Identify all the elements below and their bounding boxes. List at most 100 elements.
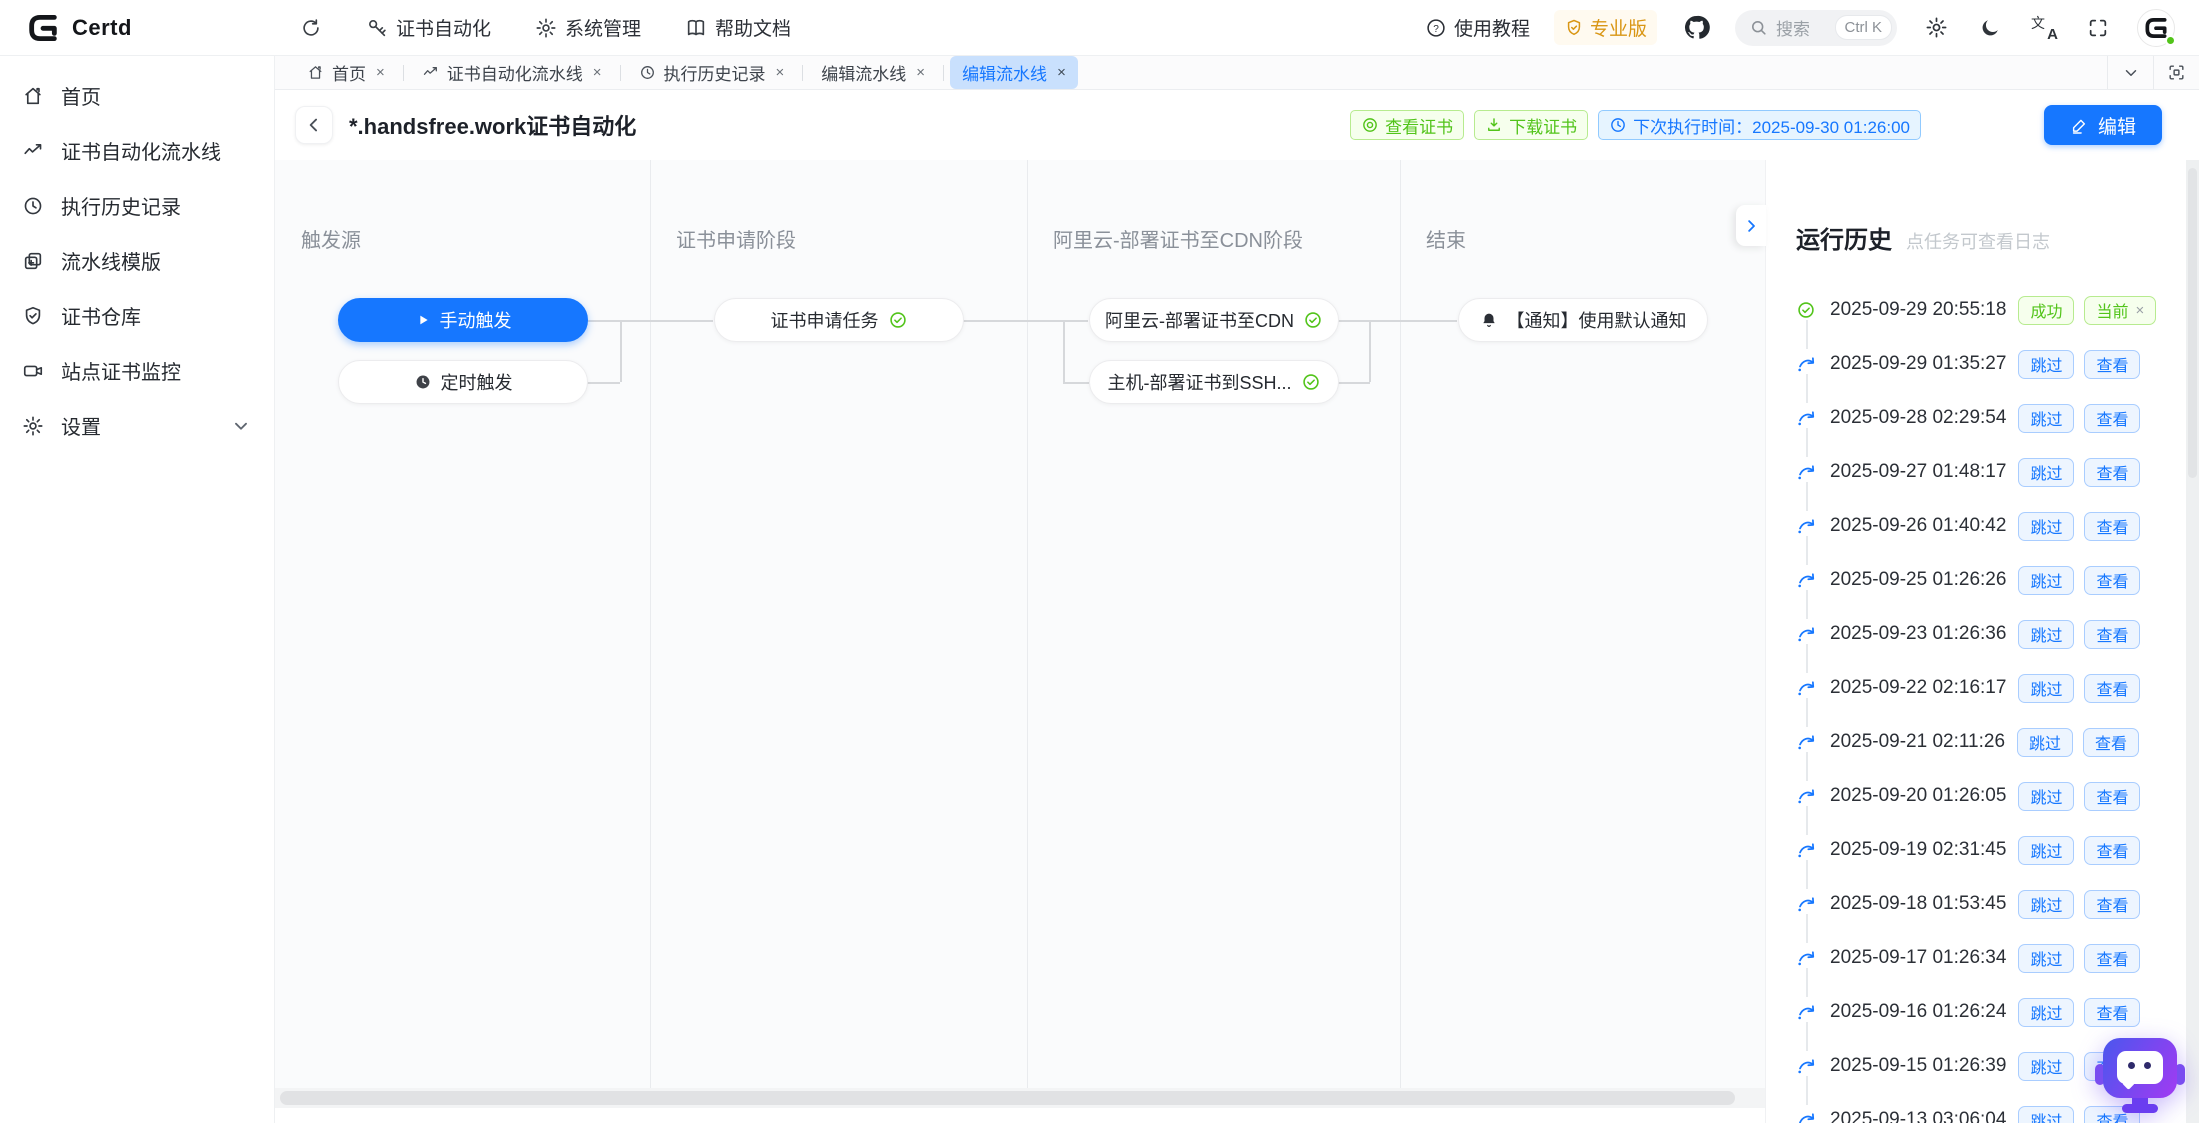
fullscreen-icon[interactable] xyxy=(2083,13,2113,43)
tab-证书自动化流水线[interactable]: 证书自动化流水线 × xyxy=(410,56,614,89)
history-row: 2025-09-19 02:31:45 跳过 查看 xyxy=(1796,823,2186,877)
run-timestamp[interactable]: 2025-09-26 01:40:42 xyxy=(1830,515,2006,537)
close-icon[interactable]: × xyxy=(2135,302,2144,319)
tab-执行历史记录[interactable]: 执行历史记录 × xyxy=(627,56,797,89)
view-run-button[interactable]: 查看 xyxy=(2084,674,2140,703)
pipeline-node-证书申请任务[interactable]: 证书申请任务 xyxy=(714,298,964,342)
skip-status-button[interactable]: 跳过 xyxy=(2018,512,2074,541)
skip-status-button[interactable]: 跳过 xyxy=(2018,404,2074,433)
tab-编辑流水线[interactable]: 编辑流水线 × xyxy=(809,56,937,89)
skip-status-button[interactable]: 跳过 xyxy=(2018,566,2074,595)
sidebar-item-执行历史记录[interactable]: 执行历史记录 xyxy=(0,178,274,233)
skip-status-button[interactable]: 跳过 xyxy=(2018,674,2074,703)
skip-status-button[interactable]: 跳过 xyxy=(2018,836,2074,865)
view-run-button[interactable]: 查看 xyxy=(2084,350,2140,379)
sidebar-item-流水线模版[interactable]: 流水线模版 xyxy=(0,233,274,288)
pipeline-node-手动触发[interactable]: 手动触发 xyxy=(338,298,588,342)
run-timestamp[interactable]: 2025-09-17 01:26:34 xyxy=(1830,947,2006,969)
back-button[interactable] xyxy=(295,106,333,144)
menu-item-帮助文档[interactable]: 帮助文档 xyxy=(685,14,791,41)
skip-status-button[interactable]: 跳过 xyxy=(2018,350,2074,379)
tab-close-icon[interactable]: × xyxy=(593,64,602,81)
skip-status-button[interactable]: 跳过 xyxy=(2017,728,2073,757)
view-run-button[interactable]: 查看 xyxy=(2084,566,2140,595)
skip-status-button[interactable]: 跳过 xyxy=(2018,458,2074,487)
skip-status-button[interactable]: 跳过 xyxy=(2018,998,2074,1027)
github-icon[interactable] xyxy=(1681,13,1711,43)
dark-mode-moon-icon[interactable] xyxy=(1975,13,2005,43)
search-input[interactable]: 搜索 Ctrl K xyxy=(1735,10,1897,46)
settings-gear-icon[interactable] xyxy=(1921,13,1951,43)
view-run-button[interactable]: 查看 xyxy=(2084,944,2140,973)
run-timestamp[interactable]: 2025-09-28 02:29:54 xyxy=(1830,407,2006,429)
tab-close-icon[interactable]: × xyxy=(1057,64,1066,81)
view-run-button[interactable]: 查看 xyxy=(2084,620,2140,649)
run-timestamp[interactable]: 2025-09-29 01:35:27 xyxy=(1830,353,2006,375)
run-timestamp[interactable]: 2025-09-21 02:11:26 xyxy=(1830,731,2005,753)
menu-item-证书自动化[interactable]: 证书自动化 xyxy=(366,14,491,41)
sidebar-item-设置[interactable]: 设置 xyxy=(0,398,274,453)
view-run-button[interactable]: 查看 xyxy=(2083,728,2139,757)
chat-assistant-button[interactable] xyxy=(2095,1034,2185,1114)
history-row: 2025-09-17 01:26:34 跳过 查看 xyxy=(1796,931,2186,985)
run-timestamp[interactable]: 2025-09-25 01:26:26 xyxy=(1830,569,2006,591)
next-run-tag[interactable]: 下次执行时间：2025-09-30 01:26:00 xyxy=(1598,110,1921,140)
menu-item-系统管理[interactable]: 系统管理 xyxy=(535,14,641,41)
skip-status-button[interactable]: 跳过 xyxy=(2018,1106,2074,1123)
download-cert-button[interactable]: 下载证书 xyxy=(1474,110,1588,140)
pipeline-node-主机-部署证书到SSH...[interactable]: 主机-部署证书到SSH... xyxy=(1089,360,1339,404)
run-timestamp[interactable]: 2025-09-22 02:16:17 xyxy=(1830,677,2006,699)
sidebar-item-站点证书监控[interactable]: 站点证书监控 xyxy=(0,343,274,398)
run-timestamp[interactable]: 2025-09-19 02:31:45 xyxy=(1830,839,2006,861)
run-timestamp[interactable]: 2025-09-16 01:26:24 xyxy=(1830,1001,2006,1023)
view-run-button[interactable]: 查看 xyxy=(2084,404,2140,433)
run-timestamp[interactable]: 2025-09-13 03:06:04 xyxy=(1830,1109,2006,1123)
sidebar-item-首页[interactable]: 首页 xyxy=(0,68,274,123)
pipeline-node-阿里云-部署证书至CDN[interactable]: 阿里云-部署证书至CDN xyxy=(1089,298,1339,342)
horizontal-scrollbar-thumb[interactable] xyxy=(280,1091,1735,1105)
content-fullscreen-button[interactable] xyxy=(2153,56,2199,89)
sidebar-item-证书自动化流水线[interactable]: 证书自动化流水线 xyxy=(0,123,274,178)
tabs-dropdown-button[interactable] xyxy=(2107,56,2153,89)
sidebar-item-证书仓库[interactable]: 证书仓库 xyxy=(0,288,274,343)
skip-status-button[interactable]: 跳过 xyxy=(2018,782,2074,811)
skip-status-button[interactable]: 跳过 xyxy=(2018,620,2074,649)
brand-area[interactable]: Certd xyxy=(0,11,262,45)
vertical-scrollbar[interactable] xyxy=(2186,160,2199,1123)
language-icon[interactable]: 文A xyxy=(2029,13,2059,43)
user-avatar[interactable] xyxy=(2137,9,2175,47)
skip-arrow-icon xyxy=(1796,786,1830,807)
pipeline-node-【通知】使用默认通知[interactable]: 【通知】使用默认通知 xyxy=(1458,298,1708,342)
view-run-button[interactable]: 查看 xyxy=(2084,836,2140,865)
tab-close-icon[interactable]: × xyxy=(916,64,925,81)
skip-status-button[interactable]: 跳过 xyxy=(2018,1052,2074,1081)
vertical-scrollbar-thumb[interactable] xyxy=(2188,168,2197,478)
tab-首页[interactable]: 首页 × xyxy=(295,56,397,89)
pro-badge[interactable]: 专业版 xyxy=(1554,10,1657,45)
run-timestamp[interactable]: 2025-09-23 01:26:36 xyxy=(1830,623,2006,645)
run-timestamp[interactable]: 2025-09-20 01:26:05 xyxy=(1830,785,2006,807)
skip-status-button[interactable]: 跳过 xyxy=(2018,890,2074,919)
tab-close-icon[interactable]: × xyxy=(376,64,385,81)
refresh-icon[interactable] xyxy=(300,17,322,39)
pipeline-node-定时触发[interactable]: 定时触发 xyxy=(338,360,588,404)
tab-编辑流水线-active[interactable]: 编辑流水线 × xyxy=(950,56,1078,89)
edit-button[interactable]: 编辑 xyxy=(2044,105,2162,145)
view-run-button[interactable]: 查看 xyxy=(2084,998,2140,1027)
view-run-button[interactable]: 查看 xyxy=(2084,458,2140,487)
sidebar-item-label: 站点证书监控 xyxy=(61,356,181,385)
tab-close-icon[interactable]: × xyxy=(776,64,785,81)
view-cert-button[interactable]: 查看证书 xyxy=(1350,110,1464,140)
skip-status-button[interactable]: 跳过 xyxy=(2018,944,2074,973)
run-timestamp[interactable]: 2025-09-29 20:55:18 xyxy=(1830,299,2006,321)
run-timestamp[interactable]: 2025-09-27 01:48:17 xyxy=(1830,461,2006,483)
history-panel-toggle[interactable] xyxy=(1736,205,1766,246)
run-timestamp[interactable]: 2025-09-18 01:53:45 xyxy=(1830,893,2006,915)
horizontal-scrollbar[interactable] xyxy=(275,1088,1765,1108)
view-run-button[interactable]: 查看 xyxy=(2084,890,2140,919)
tutorial-link[interactable]: ? 使用教程 xyxy=(1425,14,1530,41)
view-run-button[interactable]: 查看 xyxy=(2084,512,2140,541)
run-timestamp[interactable]: 2025-09-15 01:26:39 xyxy=(1830,1055,2006,1077)
current-run-tag[interactable]: 当前× xyxy=(2084,296,2156,325)
view-run-button[interactable]: 查看 xyxy=(2084,782,2140,811)
